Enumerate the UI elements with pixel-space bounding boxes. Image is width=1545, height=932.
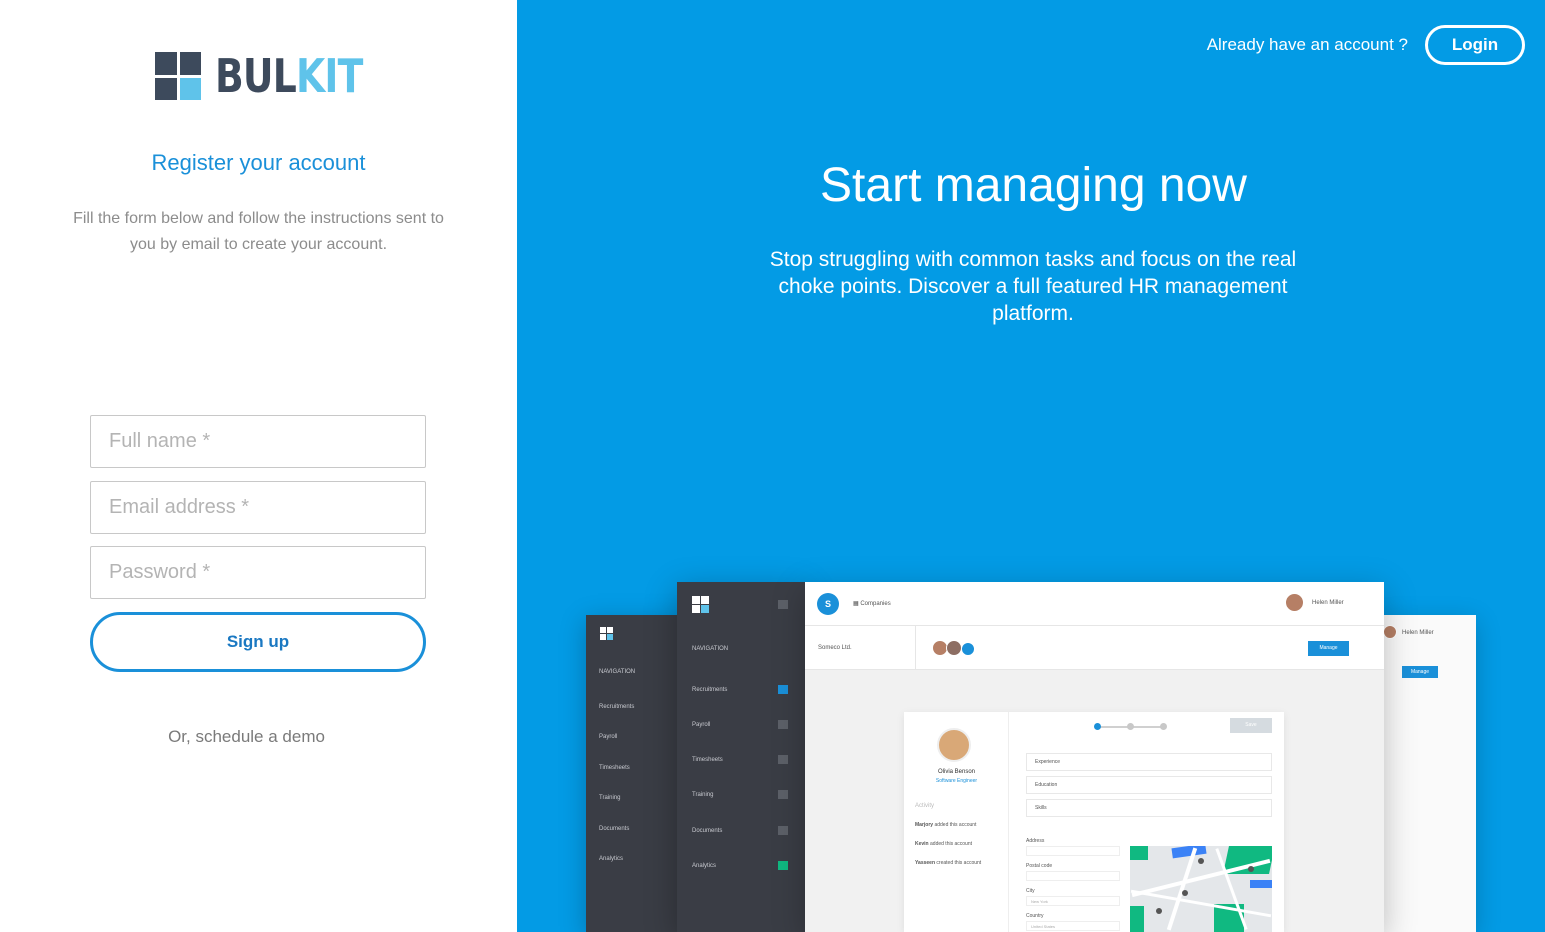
mockup-form-label: City	[1026, 888, 1035, 894]
mockup-main-window: S ▦ Companies Helen Miller Someco Ltd. M…	[805, 582, 1384, 932]
mockup-form-label: Postal code	[1026, 863, 1053, 869]
mockup-back-nav-item: Recruitments	[599, 704, 635, 710]
mockup-profile-name: Olivia Benson	[937, 769, 976, 775]
mockup-form-label: Country	[1026, 913, 1044, 919]
already-account-text: Already have an account ?	[1206, 35, 1408, 54]
mockup-nav-item: Analytics	[692, 863, 717, 869]
mockup-back-nav-item: Timesheets	[599, 765, 630, 771]
mockup-nav-icon	[778, 861, 788, 870]
mockup-company-name: Someco Ltd.	[818, 645, 852, 651]
mockup-form-field: New York	[1026, 896, 1120, 906]
mockup-nav-item: Timesheets	[692, 757, 723, 763]
map-pin-icon	[1156, 908, 1162, 914]
mockup-nav-item: Training	[692, 792, 714, 798]
mockup-nav-item: Documents	[692, 828, 723, 834]
schedule-demo-link[interactable]: Or, schedule a demo	[0, 727, 493, 747]
mockup-section-row: Education	[1026, 776, 1272, 794]
mockup-back-nav-item: Analytics	[599, 856, 624, 862]
mockup-manage-button: Manage	[1308, 641, 1349, 656]
mockup-breadcrumb: ▦ Companies	[853, 601, 891, 607]
mockup-topbar: S ▦ Companies Helen Miller	[805, 582, 1384, 626]
mockup-profile-avatar	[937, 728, 971, 762]
mockup-back-sidebar: NAVIGATION Recruitments Payroll Timeshee…	[586, 615, 686, 932]
mockup-nav-heading: NAVIGATION	[599, 669, 636, 675]
mockup-back-nav-item: Documents	[599, 826, 630, 832]
mockup-back-right-panel: Helen Miller Manage	[1377, 615, 1476, 932]
mockup-map	[1130, 846, 1272, 932]
register-panel: BULKIT Register your account Fill the fo…	[0, 0, 517, 932]
mockup-nav-heading: NAVIGATION	[692, 646, 729, 652]
mockup-activity-item: Marjory added this account	[915, 822, 977, 828]
mockup-form-field	[1026, 846, 1120, 856]
mockup-nav-icon	[778, 826, 788, 835]
mockup-user-name: Helen Miller	[1402, 630, 1434, 636]
email-input[interactable]	[90, 481, 426, 534]
mockup-logo-icon	[600, 627, 613, 640]
login-button[interactable]: Login	[1425, 25, 1525, 65]
mockup-nav-icon	[778, 685, 788, 694]
mockup-section-row: Skills	[1026, 799, 1272, 817]
mockup-nav-item: Recruitments	[692, 687, 728, 693]
mockup-form-field: United States	[1026, 921, 1120, 931]
logo-wordmark: BULKIT	[215, 49, 363, 103]
mockup-company-badge: S	[817, 593, 839, 615]
mockup-avatar	[1383, 625, 1397, 639]
mockup-step-dot	[1094, 723, 1101, 730]
bulkit-logo[interactable]: BULKIT	[155, 52, 395, 100]
map-pin-icon	[1182, 890, 1188, 896]
mockup-avatar	[1285, 593, 1304, 612]
mockup-nav-icon	[778, 755, 788, 764]
mockup-step-dot	[1160, 723, 1167, 730]
mockup-nav-icon	[778, 720, 788, 729]
mockup-user-name: Helen Miller	[1312, 600, 1344, 606]
hero-panel: Already have an account ? Login Start ma…	[517, 0, 1545, 932]
mockup-back-nav-item: Payroll	[599, 734, 618, 740]
mockup-manage-button: Manage	[1402, 666, 1438, 678]
mockup-member-avatar	[946, 640, 962, 656]
mockup-nav-icon	[778, 790, 788, 799]
mockup-activity-item: Yasseen created this account	[915, 860, 982, 866]
map-pin-icon	[1198, 858, 1204, 864]
hero-title: Start managing now	[820, 159, 1247, 212]
register-subtitle: Fill the form below and follow the instr…	[73, 210, 444, 253]
signup-button[interactable]: Sign up	[90, 612, 426, 672]
logo-grid-icon	[155, 52, 201, 100]
full-name-input[interactable]	[90, 415, 426, 468]
mockup-profile-card: Olivia Benson Software Engineer Activity…	[904, 712, 1284, 932]
mockup-activity-item: Kevin added this account	[915, 841, 972, 847]
password-input[interactable]	[90, 546, 426, 599]
mockup-section-row: Experience	[1026, 753, 1272, 771]
register-title: Register your account	[151, 150, 366, 175]
hero-subtitle: Stop struggling with common tasks and fo…	[769, 248, 1297, 325]
mockup-activity-label: Activity	[915, 803, 935, 809]
mockup-save-button: Save	[1230, 718, 1272, 733]
mockup-logo-icon	[692, 596, 709, 613]
mockup-profile-sidebar: Olivia Benson Software Engineer Activity…	[904, 712, 1009, 932]
mockup-step-dot	[1127, 723, 1134, 730]
mockup-menu-icon	[778, 600, 788, 609]
mockup-back-nav-item: Training	[599, 795, 621, 801]
mockup-form-label: Address	[1026, 838, 1045, 844]
mockup-subbar: Someco Ltd. Manage	[805, 626, 1384, 670]
mockup-nav-item: Payroll	[692, 722, 711, 728]
mockup-form-field	[1026, 871, 1120, 881]
mockup-main-sidebar: NAVIGATION Recruitments Payroll Timeshee…	[677, 582, 805, 932]
mockup-profile-role: Software Engineer	[935, 778, 978, 784]
mockup-add-member-icon	[961, 642, 975, 656]
map-pin-icon	[1248, 866, 1254, 872]
